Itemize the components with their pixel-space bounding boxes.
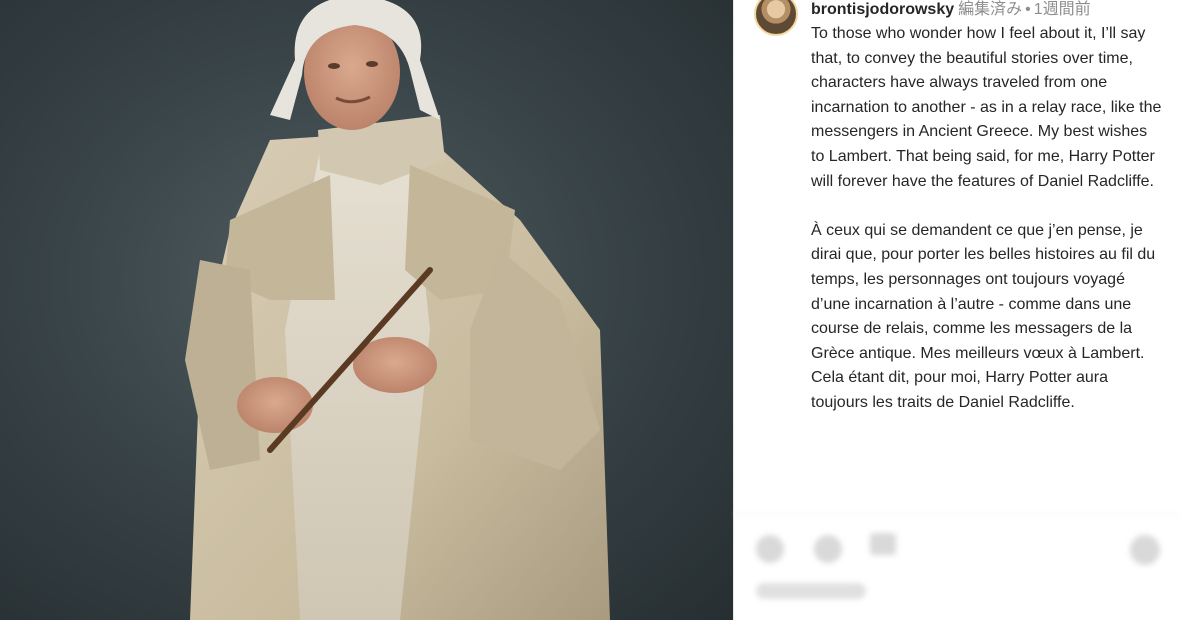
username-link[interactable]: brontisjodorowsky: [811, 1, 954, 18]
post-caption: To those who wonder how I feel about it,…: [811, 22, 1163, 416]
share-icon[interactable]: [870, 533, 896, 555]
character-portrait: [185, 0, 610, 620]
likes-count: [756, 583, 866, 599]
post-timestamp[interactable]: 1週間前: [1034, 1, 1091, 18]
bookmark-icon[interactable]: [1130, 535, 1160, 565]
edited-label: 編集済み: [958, 1, 1023, 18]
caption-french: À ceux qui se demandent ce que j’en pens…: [811, 221, 1156, 411]
meta-separator: •: [1025, 1, 1031, 18]
caption-english: To those who wonder how I feel about it,…: [811, 25, 1162, 190]
post-panel: brontisjodorowsky 編集済み • 1週間前 To those who …: [733, 0, 1180, 620]
comment-icon[interactable]: [814, 535, 842, 563]
post-photo[interactable]: [0, 0, 733, 620]
post-meta: brontisjodorowsky 編集済み • 1週間前: [811, 0, 1091, 20]
action-bar: [734, 514, 1180, 620]
avatar[interactable]: [754, 0, 798, 36]
heart-icon[interactable]: [756, 535, 784, 563]
